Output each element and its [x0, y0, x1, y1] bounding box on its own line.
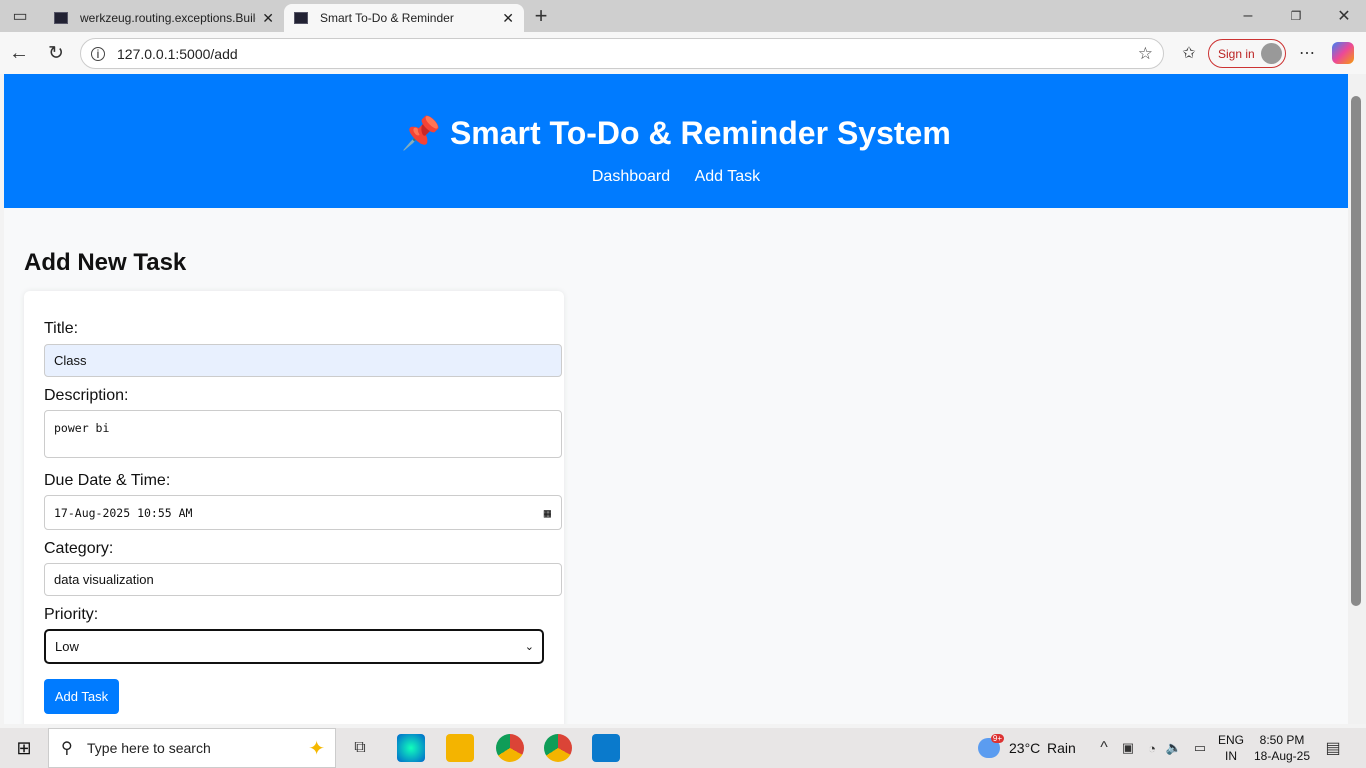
edge-icon[interactable]	[397, 734, 425, 762]
close-icon[interactable]: ✕	[502, 10, 514, 27]
url-input[interactable]: i 127.0.0.1:5000/add ☆	[80, 38, 1164, 69]
sign-in-button[interactable]: Sign in	[1208, 39, 1286, 68]
maximize-icon[interactable]: ❐	[1286, 6, 1306, 26]
main-nav: Dashboard Add Task	[4, 168, 1348, 186]
site-title: 📌 Smart To-Do & Reminder System	[401, 115, 951, 151]
site-header: 📌 Smart To-Do & Reminder System Dashboar…	[4, 74, 1348, 208]
tab-bar: ▭ werkzeug.routing.exceptions.BuildError…	[0, 0, 1366, 32]
priority-select[interactable]: Low ⌄	[44, 629, 544, 664]
web-page: 📌 Smart To-Do & Reminder System Dashboar…	[4, 74, 1348, 724]
due-datetime-input[interactable]: 17-Aug-2025 10:55 AM ▦	[44, 495, 562, 530]
favorites-icon[interactable]: ✩	[1178, 42, 1200, 64]
category-input[interactable]: data visualization	[44, 563, 562, 596]
calendar-icon[interactable]: ▦	[544, 506, 551, 520]
chrome-icon[interactable]	[544, 734, 572, 762]
nav-add-task[interactable]: Add Task	[695, 168, 761, 185]
language-indicator[interactable]: ENG IN	[1218, 733, 1244, 763]
vscode-icon[interactable]	[592, 734, 620, 762]
weather-temp[interactable]: 23°C	[1009, 740, 1040, 756]
close-window-icon[interactable]: ✕	[1334, 6, 1354, 26]
windows-start-icon[interactable]: ⊞	[14, 738, 34, 758]
back-icon[interactable]: ←	[8, 42, 30, 64]
scrollbar-thumb[interactable]	[1351, 96, 1361, 606]
chevron-up-icon[interactable]: ^	[1096, 738, 1112, 758]
copilot-icon[interactable]	[1332, 42, 1354, 64]
tab-smart-todo[interactable]: Smart To-Do & Reminder ✕	[284, 4, 524, 32]
volume-icon[interactable]: 🔈	[1166, 738, 1182, 758]
search-icon: ⚲	[61, 740, 73, 757]
more-icon[interactable]: ⋯	[1296, 42, 1318, 64]
avatar	[1261, 43, 1282, 64]
category-label: Category:	[44, 540, 114, 557]
tab-build-error[interactable]: werkzeug.routing.exceptions.BuildError ✕	[44, 4, 284, 32]
description-textarea[interactable]: power bi	[44, 410, 562, 458]
weather-text[interactable]: Rain	[1047, 740, 1076, 756]
add-task-form: Title: Class Description: power bi Due D…	[24, 291, 564, 724]
weather-icon[interactable]: 9+	[978, 734, 1004, 758]
battery-icon[interactable]: ▭	[1192, 738, 1208, 758]
camera-icon[interactable]: ▣	[1120, 738, 1136, 758]
taskbar-search[interactable]: ⚲ Type here to search ✦	[48, 728, 336, 768]
taskbar: ⊞ ⚲ Type here to search ✦ ⧉ 9+ 23°C Rain…	[0, 728, 1366, 768]
terminal-icon	[294, 12, 308, 24]
page-title: Add New Task	[24, 249, 187, 276]
close-icon[interactable]: ✕	[262, 10, 274, 27]
task-view-icon[interactable]: ⧉	[350, 738, 370, 758]
sparkle-icon: ✦	[308, 737, 325, 760]
chevron-down-icon: ⌄	[524, 641, 534, 653]
add-task-button[interactable]: Add Task	[44, 679, 119, 714]
nav-dashboard[interactable]: Dashboard	[592, 168, 670, 185]
reload-icon[interactable]: ↻	[45, 42, 67, 64]
minimize-icon[interactable]: –	[1238, 6, 1258, 26]
wifi-icon[interactable]: ◔	[1144, 738, 1160, 758]
address-bar-row: ← ↻ i 127.0.0.1:5000/add ☆ ✩ Sign in ⋯	[0, 32, 1366, 74]
clock[interactable]: 8:50 PM 18-Aug-25	[1252, 733, 1312, 763]
chrome-profile-icon[interactable]	[496, 734, 524, 762]
pushpin-icon: 📌	[401, 115, 442, 151]
file-explorer-icon[interactable]	[446, 734, 474, 762]
description-label: Description:	[44, 387, 129, 404]
info-icon[interactable]: i	[91, 46, 105, 61]
due-label: Due Date & Time:	[44, 472, 171, 489]
notifications-icon[interactable]: ▤	[1323, 738, 1343, 758]
new-tab-icon[interactable]: +	[530, 3, 552, 28]
favorite-star-icon[interactable]: ☆	[1138, 44, 1153, 64]
terminal-icon	[54, 12, 68, 24]
title-input[interactable]: Class	[44, 344, 562, 377]
title-label: Title:	[44, 320, 79, 337]
tab-actions-icon[interactable]: ▭	[10, 6, 30, 26]
priority-label: Priority:	[44, 606, 99, 623]
